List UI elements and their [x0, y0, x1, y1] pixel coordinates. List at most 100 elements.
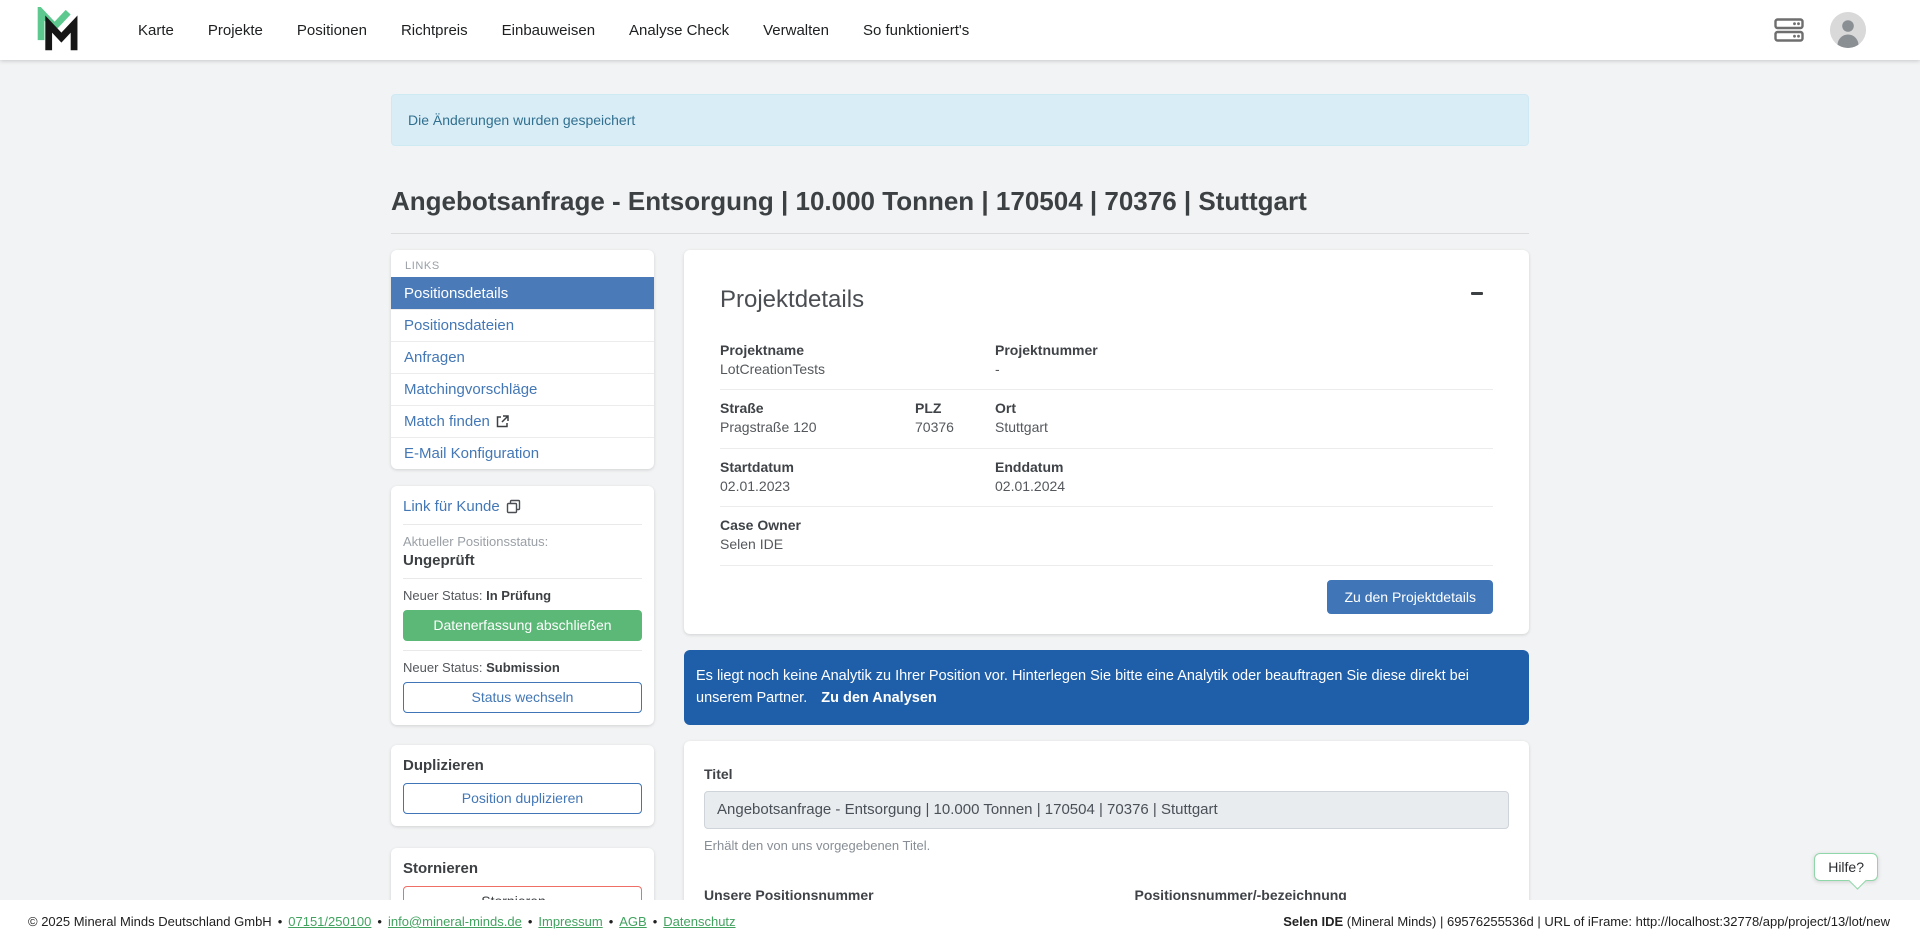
main-column: Projektdetails Projektname LotCreationTe… [684, 250, 1529, 943]
new-status-value: Submission [486, 660, 560, 675]
content-layout: LINKS Positionsdetails Positionsdateien … [391, 250, 1529, 943]
external-link-icon [496, 415, 509, 428]
duplicate-panel-title: Duplizieren [403, 757, 642, 774]
main-nav: Karte Projekte Positionen Richtpreis Ein… [138, 22, 969, 39]
field-case-owner: Case Owner Selen IDE [720, 516, 1493, 554]
sidebar-item-anfragen[interactable]: Anfragen [391, 341, 654, 373]
page-container: Die Änderungen wurden gespeichert Angebo… [391, 60, 1529, 943]
footer-link-datenschutz[interactable]: Datenschutz [663, 914, 735, 929]
nav-item-einbauweisen[interactable]: Einbauweisen [502, 22, 595, 39]
new-status-line-2: Neuer Status: Submission [403, 660, 642, 675]
nav-item-verwalten[interactable]: Verwalten [763, 22, 829, 39]
footer-separator: • [609, 914, 614, 929]
footer: © 2025 Mineral Minds Deutschland GmbH • … [0, 900, 1920, 943]
links-panel: LINKS Positionsdetails Positionsdateien … [391, 250, 654, 469]
project-row-dates: Startdatum 02.01.2023 Enddatum 02.01.202… [720, 449, 1493, 507]
new-status-prefix: Neuer Status: [403, 588, 483, 603]
new-status-line-1: Neuer Status: In Prüfung [403, 588, 642, 603]
field-label: Straße [720, 399, 915, 418]
project-details-card: Projektdetails Projektname LotCreationTe… [684, 250, 1529, 634]
customer-link-label: Link für Kunde [403, 498, 500, 515]
copy-icon [506, 499, 521, 514]
field-value: 70376 [915, 418, 995, 438]
nav-item-positionen[interactable]: Positionen [297, 22, 367, 39]
current-status-value: Ungeprüft [403, 552, 642, 569]
new-status-value: In Prüfung [486, 588, 551, 603]
sidebar: LINKS Positionsdetails Positionsdateien … [391, 250, 654, 929]
field-projektnummer: Projektnummer - [995, 341, 1493, 379]
status-panel: Link für Kunde Aktueller Positionsstatus… [391, 486, 654, 725]
footer-user-name: Selen IDE [1283, 914, 1343, 929]
switch-status-button[interactable]: Status wechseln [403, 682, 642, 713]
field-value: - [995, 360, 1493, 380]
saved-alert-text: Die Änderungen wurden gespeichert [408, 112, 635, 128]
footer-link-email[interactable]: info@mineral-minds.de [388, 914, 522, 929]
footer-separator: • [377, 914, 382, 929]
project-row-address: Straße Pragstraße 120 PLZ 70376 Ort Stut… [720, 390, 1493, 448]
project-row-owner: Case Owner Selen IDE [720, 507, 1493, 565]
links-panel-header: LINKS [391, 250, 654, 277]
project-details-title: Projektdetails [720, 286, 1493, 314]
mineral-minds-logo[interactable] [36, 7, 80, 53]
saved-alert: Die Änderungen wurden gespeichert [391, 94, 1529, 146]
nav-item-projekte[interactable]: Projekte [208, 22, 263, 39]
field-ort: Ort Stuttgart [995, 399, 1493, 437]
footer-separator: • [528, 914, 533, 929]
sidebar-item-label: Match finden [404, 413, 490, 430]
nav-item-so-funktionierts[interactable]: So funktioniert's [863, 22, 969, 39]
project-fields: Projektname LotCreationTests Projektnumm… [720, 332, 1493, 566]
nav-item-karte[interactable]: Karte [138, 22, 174, 39]
footer-session-text: (Mineral Minds) | 69576255536d | URL of … [1343, 914, 1890, 929]
page-title: Angebotsanfrage - Entsorgung | 10.000 To… [391, 186, 1529, 234]
footer-separator: • [278, 914, 283, 929]
field-value: LotCreationTests [720, 360, 995, 380]
sidebar-item-label: Positionsdateien [404, 317, 514, 334]
project-row-name-number: Projektname LotCreationTests Projektnumm… [720, 332, 1493, 390]
duplicate-position-button[interactable]: Position duplizieren [403, 783, 642, 814]
project-card-actions: Zu den Projektdetails [720, 566, 1493, 620]
nav-item-richtpreis[interactable]: Richtpreis [401, 22, 468, 39]
divider [403, 524, 642, 525]
sidebar-item-label: Positionsdetails [404, 285, 508, 302]
field-label: Projektnummer [995, 341, 1493, 360]
collapse-minus-icon[interactable] [1471, 284, 1489, 302]
sidebar-item-label: Anfragen [404, 349, 465, 366]
footer-link-impressum[interactable]: Impressum [538, 914, 602, 929]
sidebar-item-matchingvorschlaege[interactable]: Matchingvorschläge [391, 373, 654, 405]
analytics-banner-text: Es liegt noch keine Analytik zu Ihrer Po… [696, 668, 1469, 706]
footer-link-agb[interactable]: AGB [619, 914, 646, 929]
field-plz: PLZ 70376 [915, 399, 995, 437]
sidebar-item-match-finden[interactable]: Match finden [391, 405, 654, 437]
server-stack-icon[interactable] [1774, 18, 1804, 42]
sidebar-item-email-konfiguration[interactable]: E-Mail Konfiguration [391, 437, 654, 469]
analytics-banner: Es liegt noch keine Analytik zu Ihrer Po… [684, 650, 1529, 725]
sidebar-item-positionsdetails[interactable]: Positionsdetails [391, 277, 654, 309]
navbar-right [1774, 12, 1866, 48]
field-value: Pragstraße 120 [720, 418, 915, 438]
field-label: Ort [995, 399, 1493, 418]
field-value: 02.01.2023 [720, 477, 995, 497]
user-avatar[interactable] [1830, 12, 1866, 48]
divider [403, 650, 642, 651]
go-to-analyses-link[interactable]: Zu den Analysen [821, 690, 936, 706]
footer-link-phone[interactable]: 07151/250100 [288, 914, 371, 929]
field-value: Stuttgart [995, 418, 1493, 438]
new-status-prefix: Neuer Status: [403, 660, 483, 675]
go-to-project-details-button[interactable]: Zu den Projektdetails [1327, 580, 1493, 614]
field-value: Selen IDE [720, 535, 1493, 555]
nav-item-analyse-check[interactable]: Analyse Check [629, 22, 729, 39]
customer-link[interactable]: Link für Kunde [403, 498, 642, 515]
field-label: Projektname [720, 341, 995, 360]
logo-icon [36, 7, 80, 53]
field-strasse: Straße Pragstraße 120 [720, 399, 915, 437]
cancel-panel-title: Stornieren [403, 860, 642, 877]
help-button[interactable]: Hilfe? [1814, 853, 1878, 881]
sidebar-item-positionsdateien[interactable]: Positionsdateien [391, 309, 654, 341]
complete-data-entry-button[interactable]: Datenerfassung abschließen [403, 610, 642, 641]
titel-label: Titel [704, 766, 1509, 782]
field-enddatum: Enddatum 02.01.2024 [995, 458, 1493, 496]
divider [403, 578, 642, 579]
titel-input [704, 791, 1509, 829]
sidebar-item-label: Matchingvorschläge [404, 381, 537, 398]
footer-separator: • [653, 914, 658, 929]
